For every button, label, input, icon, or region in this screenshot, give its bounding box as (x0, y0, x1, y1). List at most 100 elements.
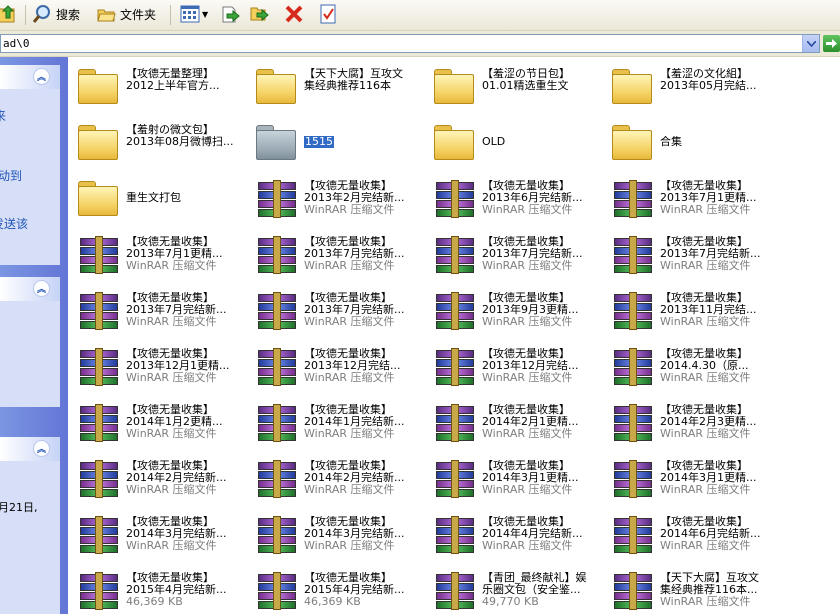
folder-icon (74, 178, 122, 218)
archive-file-item[interactable]: 【青团_最终献礼】娱 乐圈文包（安全鉴... 49,770 KB (428, 564, 606, 616)
delete-button[interactable] (284, 3, 304, 25)
file-name: 【攻德无量收集】 2014年4月完结新... WinRAR 压缩文件 (482, 516, 608, 552)
file-name-line: 2013年12月完结... (304, 360, 401, 372)
winrar-archive-icon (74, 570, 122, 610)
folder-item[interactable]: 1515 (250, 116, 428, 168)
file-name-line: 【攻德无量收集】 (660, 404, 748, 416)
task-pane-section: ︽ 来 动到 发送该 (0, 65, 60, 265)
task-pane-section-header[interactable]: ︽ (0, 277, 60, 301)
file-subtitle: WinRAR 压缩文件 (126, 372, 217, 384)
archive-file-item[interactable]: 【攻德无量收集】 2013年12月完结... WinRAR 压缩文件 (428, 340, 606, 392)
collapse-chevron-icon[interactable]: ︽ (33, 280, 50, 297)
winrar-archive-icon (74, 402, 122, 442)
copy-to-button[interactable] (250, 3, 270, 25)
task-pane-section-header[interactable]: ︽ (0, 65, 60, 89)
folder-icon (608, 122, 656, 162)
folder-item[interactable]: 【羞射の微文包】 2013年08月微博扫... (72, 116, 250, 168)
file-name: 【攻德无量收集】 2014年3月1更精... WinRAR 压缩文件 (482, 460, 608, 496)
address-dropdown-button[interactable] (802, 35, 819, 52)
folder-item[interactable]: 【攻德无量整理】 2012上半年官方... (72, 60, 250, 112)
file-name-line: 2013年11月完结... (660, 304, 757, 316)
file-subtitle: WinRAR 压缩文件 (660, 316, 751, 328)
archive-file-item[interactable]: 【攻德无量收集】 2014年3月完结新... WinRAR 压缩文件 (72, 508, 250, 560)
archive-file-item[interactable]: 【攻德无量收集】 2013年12月完结... WinRAR 压缩文件 (250, 340, 428, 392)
archive-file-item[interactable]: 【攻德无量收集】 2014.4.30（原... WinRAR 压缩文件 (606, 340, 784, 392)
winrar-archive-icon (430, 290, 478, 330)
folder-item[interactable]: 重生文打包 (72, 172, 250, 224)
address-input[interactable]: ad\0 (0, 34, 820, 53)
folder-icon (608, 66, 656, 106)
folder-item[interactable]: 【天下大腐】互攻文 集经典推荐116本 (250, 60, 428, 112)
file-name-line: 2013年05月完結... (660, 80, 757, 92)
task-link[interactable]: 发送该 (0, 215, 28, 232)
archive-file-item[interactable]: 【攻德无量收集】 2013年11月完结... WinRAR 压缩文件 (606, 284, 784, 336)
archive-file-item[interactable]: 【攻德无量收集】 2014年3月1更精... WinRAR 压缩文件 (428, 452, 606, 504)
archive-file-item[interactable]: 【攻德无量收集】 2014年4月完结新... WinRAR 压缩文件 (428, 508, 606, 560)
file-name-line: 【攻德无量收集】 (126, 572, 214, 584)
toolbar-separator (25, 5, 26, 25)
file-name: 【攻德无量收集】 2014年2月1更精... WinRAR 压缩文件 (482, 404, 608, 440)
file-name-line: 2014年3月完结新... (126, 528, 227, 540)
archive-file-item[interactable]: 【攻德无量收集】 2014年3月1更精... WinRAR 压缩文件 (606, 452, 784, 504)
task-pane-section-header[interactable]: ︽ (0, 437, 60, 461)
file-name: 【攻德无量整理】 2012上半年官方... (126, 68, 252, 92)
winrar-archive-icon (252, 346, 300, 386)
archive-file-item[interactable]: 【攻德无量收集】 2013年7月完结新... WinRAR 压缩文件 (428, 228, 606, 280)
archive-file-item[interactable]: 【天下大腐】互攻文 集经典推荐116本... WinRAR 压缩文件 (606, 564, 784, 616)
archive-file-item[interactable]: 【攻德无量收集】 2014年3月完结新... WinRAR 压缩文件 (250, 508, 428, 560)
archive-file-item[interactable]: 【攻德无量收集】 2013年7月完结新... WinRAR 压缩文件 (72, 284, 250, 336)
task-link[interactable]: 动到 (0, 167, 22, 184)
archive-file-item[interactable]: 【攻德无量收集】 2013年9月3更精... WinRAR 压缩文件 (428, 284, 606, 336)
file-name: 【攻德无量收集】 2013年12月完结... WinRAR 压缩文件 (482, 348, 608, 384)
file-name-line: 2014年1月2更精... (126, 416, 223, 428)
go-button[interactable] (823, 35, 840, 52)
file-name-line: 2015年4月完结新... (126, 584, 227, 596)
winrar-archive-icon (430, 178, 478, 218)
file-name-line: 2014年6月完结新... (660, 528, 761, 540)
file-name-line: 【羞涩の文化組】 (660, 68, 748, 80)
views-button[interactable]: ▼ (180, 3, 208, 25)
archive-file-item[interactable]: 【攻德无量收集】 2014年2月1更精... WinRAR 压缩文件 (428, 396, 606, 448)
archive-file-item[interactable]: 【攻德无量收集】 2014年2月3更精... WinRAR 压缩文件 (606, 396, 784, 448)
archive-file-item[interactable]: 【攻德无量收集】 2015年4月完结新... 46,369 KB (72, 564, 250, 616)
file-name-line: 2013年7月完结新... (660, 248, 761, 260)
winrar-archive-icon (252, 234, 300, 274)
archive-file-item[interactable]: 【攻德无量收集】 2014年1月2更精... WinRAR 压缩文件 (72, 396, 250, 448)
archive-file-item[interactable]: 【攻德无量收集】 2013年2月完结新... WinRAR 压缩文件 (250, 172, 428, 224)
winrar-archive-icon (74, 290, 122, 330)
winrar-archive-icon (608, 402, 656, 442)
winrar-archive-icon (252, 458, 300, 498)
folder-icon (74, 66, 122, 106)
archive-file-item[interactable]: 【攻德无量收集】 2014年1月完结新... WinRAR 压缩文件 (250, 396, 428, 448)
task-link[interactable]: 来 (0, 107, 6, 124)
file-name-line: 【攻德无量收集】 (660, 292, 748, 304)
file-name-line: 【攻德无量收集】 (304, 404, 392, 416)
archive-file-item[interactable]: 【攻德无量收集】 2013年7月1更精... WinRAR 压缩文件 (606, 172, 784, 224)
archive-file-item[interactable]: 【攻德无量收集】 2013年7月完结新... WinRAR 压缩文件 (250, 284, 428, 336)
archive-file-item[interactable]: 【攻德无量收集】 2013年7月完结新... WinRAR 压缩文件 (250, 228, 428, 280)
folders-button[interactable]: 文件夹 (96, 3, 156, 25)
file-name-line: 2013年7月完结新... (304, 304, 405, 316)
archive-file-item[interactable]: 【攻德无量收集】 2014年2月完结新... WinRAR 压缩文件 (250, 452, 428, 504)
archive-file-item[interactable]: 【攻德无量收集】 2014年6月完结新... WinRAR 压缩文件 (606, 508, 784, 560)
archive-file-item[interactable]: 【攻德无量收集】 2013年7月完结新... WinRAR 压缩文件 (606, 228, 784, 280)
file-name: 【攻德无量收集】 2015年4月完结新... 46,369 KB (304, 572, 430, 608)
folder-item[interactable]: 合集 (606, 116, 784, 168)
archive-file-item[interactable]: 【攻德无量收集】 2013年7月1更精... WinRAR 压缩文件 (72, 228, 250, 280)
file-name-line: 乐圈文包（安全鉴... (482, 584, 581, 596)
folder-item[interactable]: OLD (428, 116, 606, 168)
folder-item[interactable]: 【羞涩の节日包】 01.01精选重生文 (428, 60, 606, 112)
up-folder-button[interactable] (0, 3, 20, 25)
file-name-line: 01.01精选重生文 (482, 80, 569, 92)
archive-file-item[interactable]: 【攻德无量收集】 2013年12月1更精... WinRAR 压缩文件 (72, 340, 250, 392)
collapse-chevron-icon[interactable]: ︽ (33, 68, 50, 85)
folder-item[interactable]: 【羞涩の文化組】 2013年05月完結... (606, 60, 784, 112)
archive-file-item[interactable]: 【攻德无量收集】 2015年4月完结新... 46,369 KB (250, 564, 428, 616)
archive-file-item[interactable]: 【攻德无量收集】 2014年2月完结新... WinRAR 压缩文件 (72, 452, 250, 504)
move-to-button[interactable] (220, 3, 240, 25)
file-name-line: 【攻德无量收集】 (304, 516, 392, 528)
properties-button[interactable] (318, 3, 338, 25)
collapse-chevron-icon[interactable]: ︽ (33, 440, 50, 457)
search-button[interactable]: 搜索 (32, 3, 80, 25)
archive-file-item[interactable]: 【攻德无量收集】 2013年6月完结新... WinRAR 压缩文件 (428, 172, 606, 224)
